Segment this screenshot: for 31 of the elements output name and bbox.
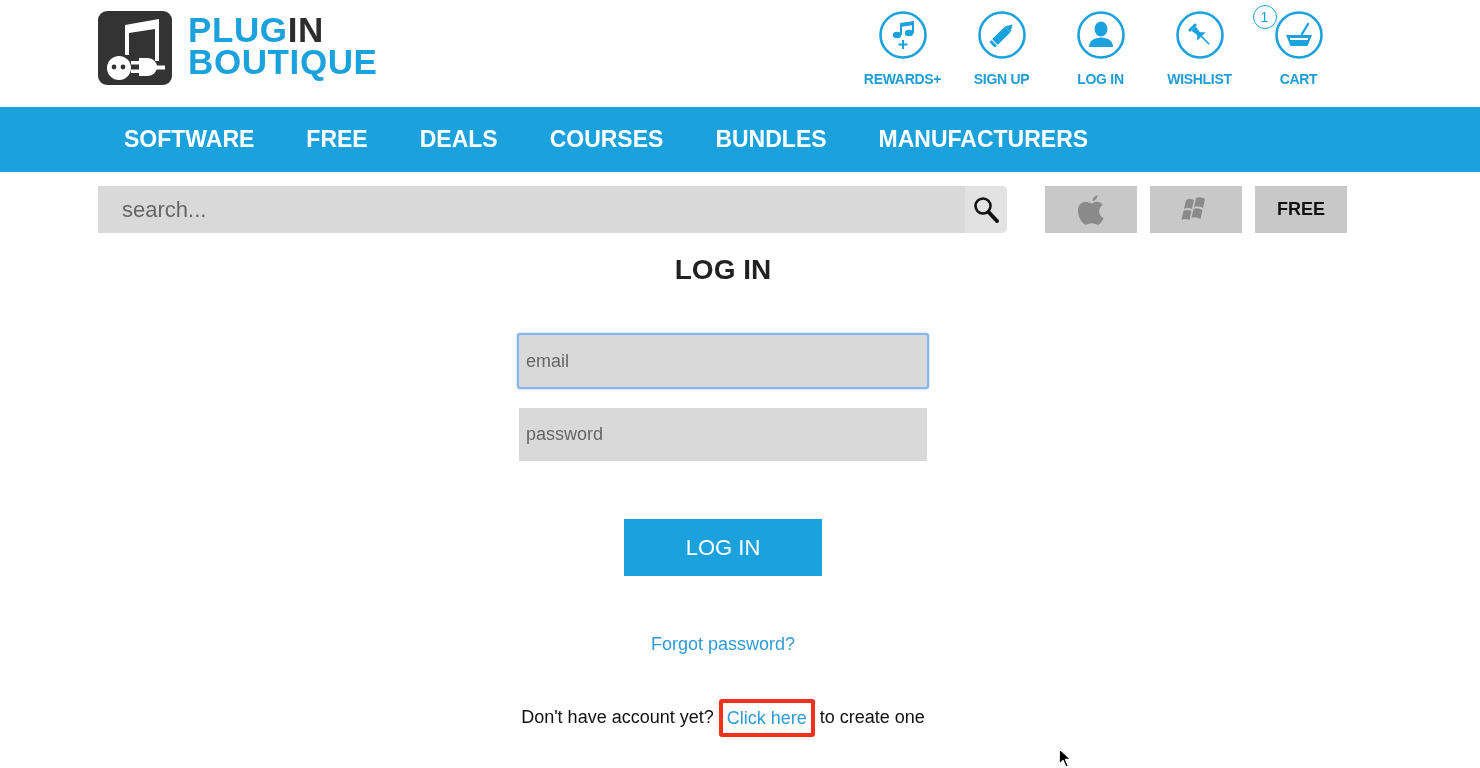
search-button[interactable]	[965, 186, 1007, 233]
windows-filter-button[interactable]	[1150, 186, 1242, 233]
email-field[interactable]: email	[517, 333, 929, 389]
apple-icon	[1077, 194, 1105, 225]
nav-link[interactable]: COURSES	[549, 126, 664, 153]
basket-icon	[1274, 11, 1323, 59]
nav-link[interactable]: BUNDLES	[715, 126, 827, 153]
cart-count-badge: 1	[1252, 5, 1277, 29]
create-account-prompt: Don't have account yet? Click here to create one	[521, 699, 925, 737]
pencil-icon	[977, 11, 1026, 59]
free-filter-button[interactable]: FREE	[1255, 186, 1347, 233]
logo-icon	[98, 11, 172, 85]
log-in-link[interactable]: LOG IN	[1051, 11, 1150, 87]
nav-link[interactable]: DEALS	[419, 126, 498, 153]
nav-link[interactable]: MANUFACTURERS	[878, 126, 1089, 153]
login-heading: LOG IN	[674, 254, 772, 286]
apple-filter-button[interactable]	[1045, 186, 1137, 233]
password-field[interactable]: password	[519, 408, 927, 461]
nav-link[interactable]: FREE	[306, 126, 368, 153]
rewards-link[interactable]: REWARDS+	[853, 11, 952, 87]
search-icon	[973, 196, 999, 223]
forgot-password-link[interactable]: Forgot password?	[650, 633, 796, 655]
click-here-link[interactable]: Click here	[718, 699, 815, 737]
sign-up-link[interactable]: SIGN UP	[952, 11, 1051, 87]
search-field[interactable]: search...	[98, 186, 965, 233]
wishlist-link[interactable]: WISHLIST	[1150, 11, 1249, 87]
music-note-plus-icon	[878, 11, 927, 59]
pushpin-icon	[1175, 11, 1224, 59]
log-in-button[interactable]: LOG IN	[624, 519, 822, 576]
nav-link[interactable]: SOFTWARE	[124, 126, 255, 153]
person-icon	[1076, 11, 1125, 59]
